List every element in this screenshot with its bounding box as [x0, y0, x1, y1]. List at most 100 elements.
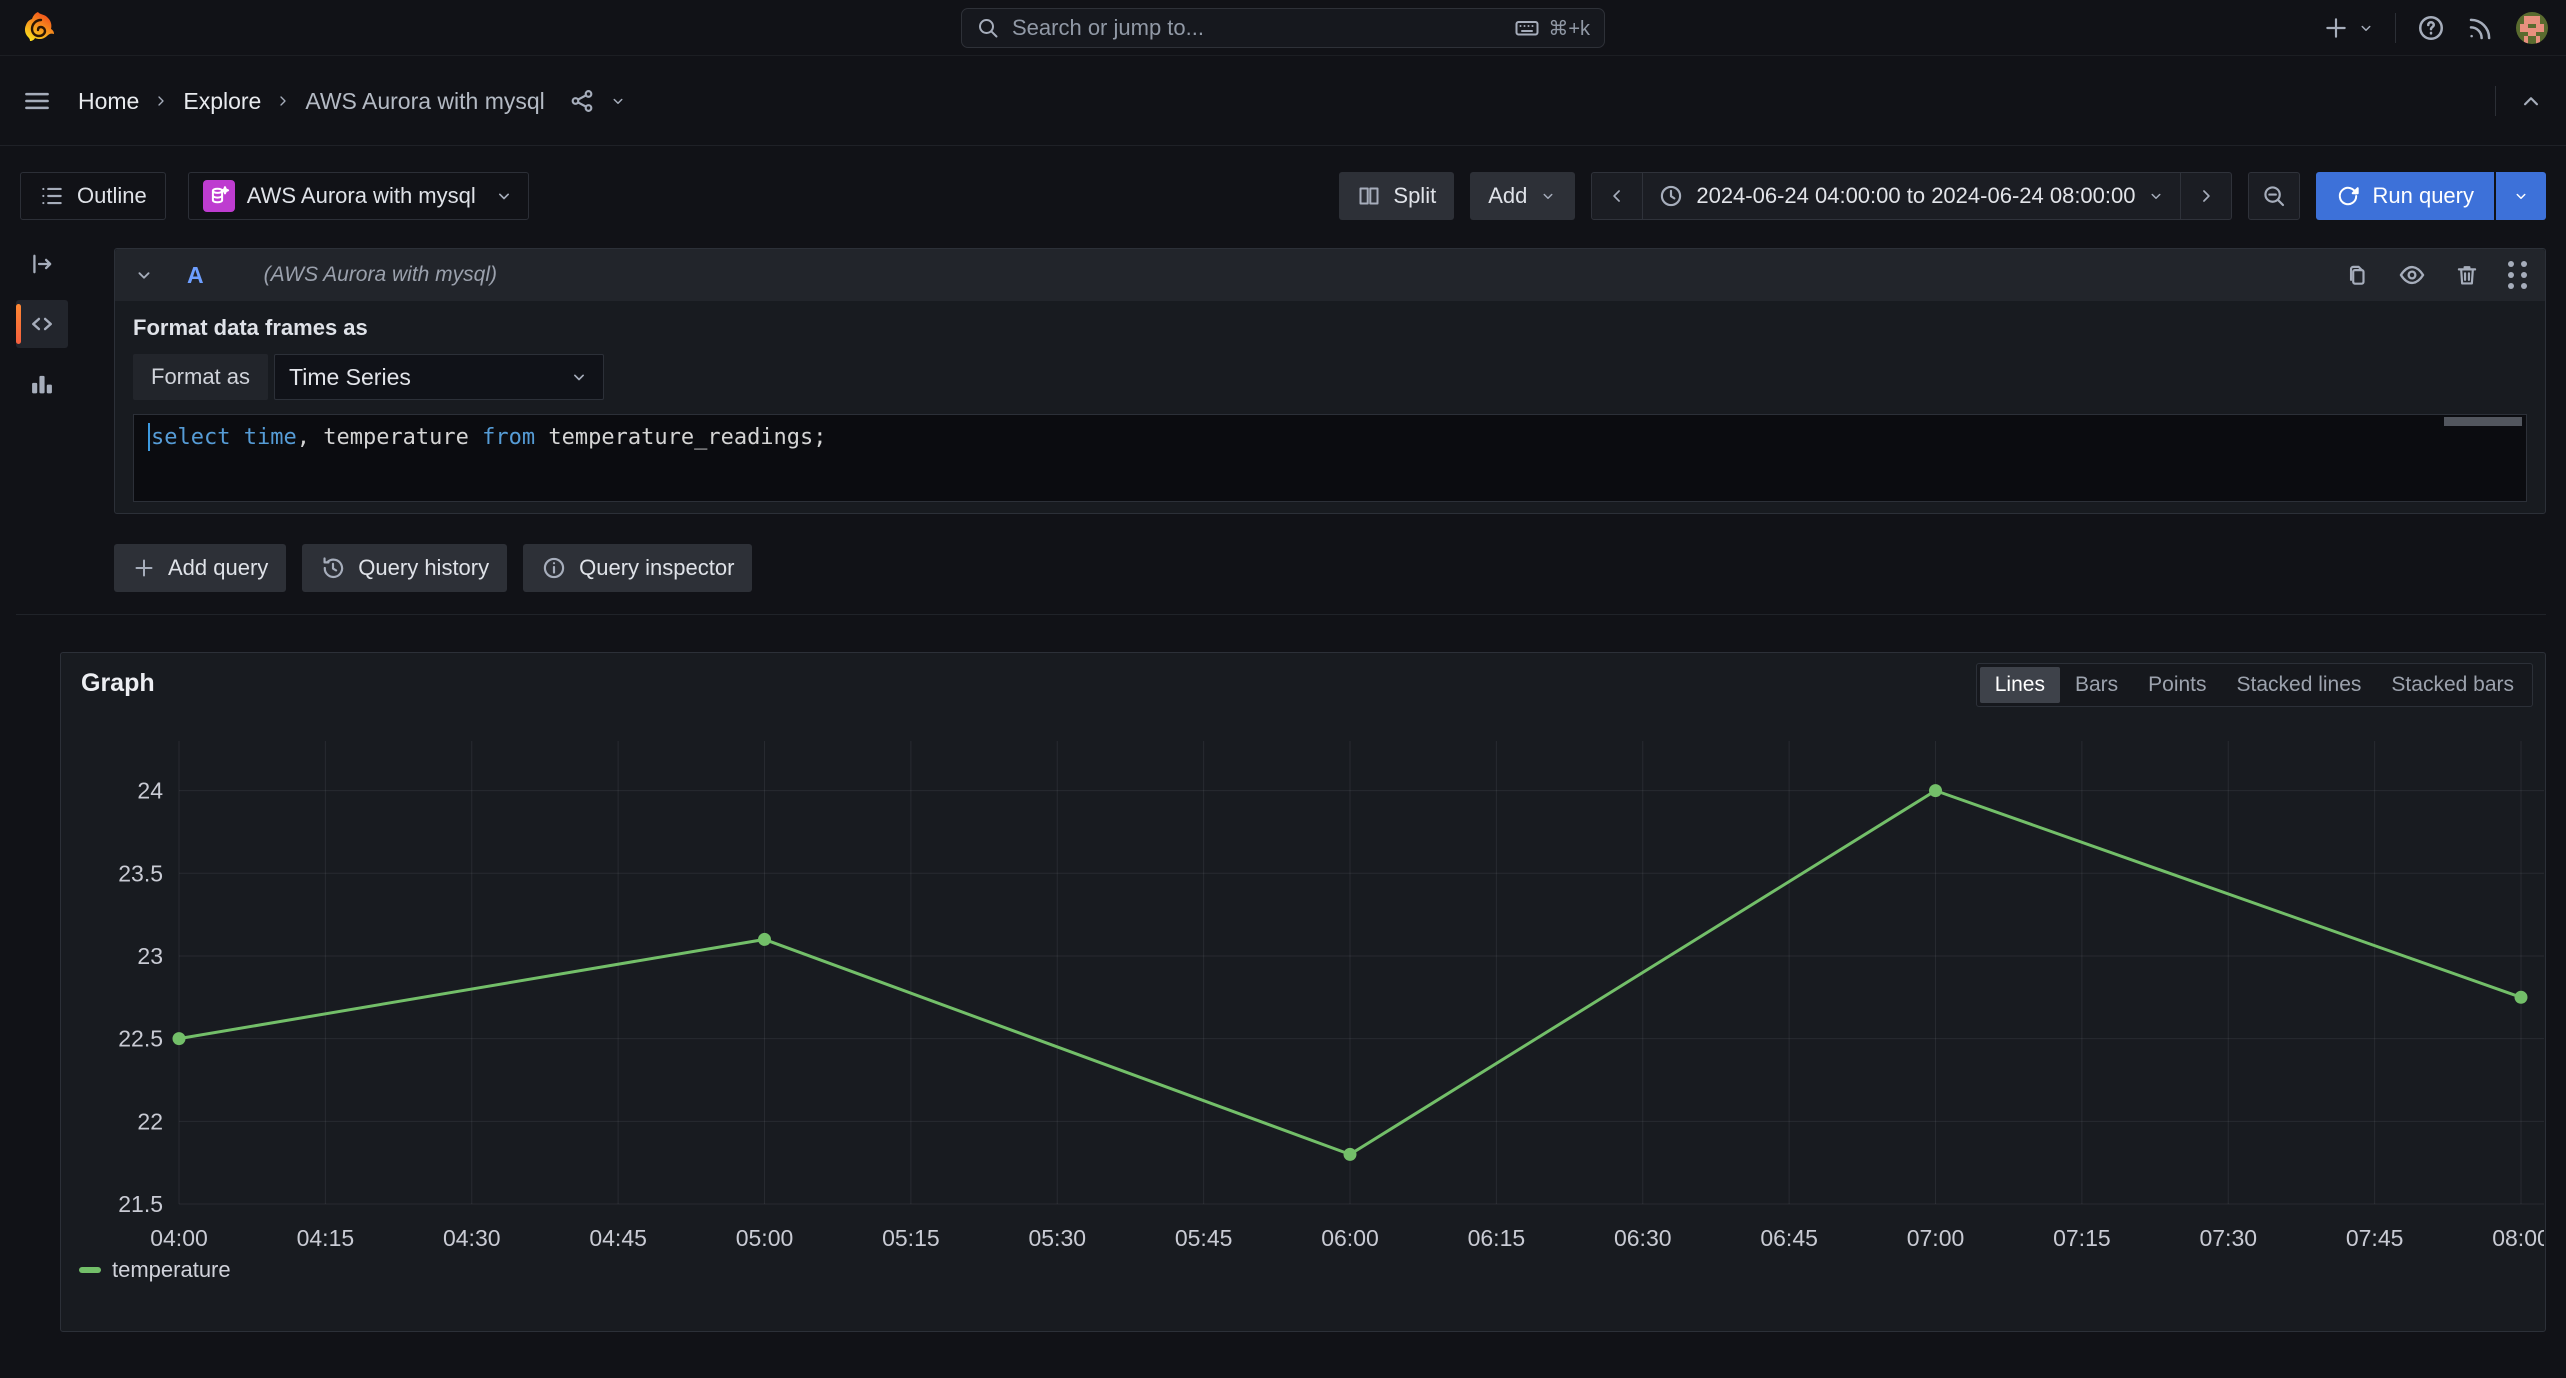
chevron-right-icon [153, 93, 169, 109]
svg-text:08:00: 08:00 [2492, 1225, 2544, 1251]
grafana-logo-icon[interactable] [20, 10, 56, 46]
rail-expand-pane-button[interactable] [16, 240, 68, 288]
time-picker-group: 2024-06-24 04:00:00 to 2024-06-24 08:00:… [1591, 172, 2232, 220]
legend-swatch [79, 1267, 101, 1273]
explore-toolbar: Outline AWS Aurora with mysql Split Add [0, 146, 2566, 246]
svg-text:04:30: 04:30 [443, 1225, 501, 1251]
query-ref-id[interactable]: A [187, 262, 204, 289]
share-icon[interactable] [569, 88, 595, 114]
mode-stacked-bars[interactable]: Stacked bars [2376, 667, 2529, 703]
copy-icon[interactable] [2344, 262, 2370, 288]
svg-text:04:00: 04:00 [150, 1225, 208, 1251]
breadcrumb-current: AWS Aurora with mysql [305, 88, 544, 115]
graph-panel: Graph Lines Bars Points Stacked lines St… [60, 652, 2546, 1332]
search-placeholder: Search or jump to... [1012, 15, 1502, 41]
chevron-down-icon [569, 367, 589, 387]
svg-text:05:45: 05:45 [1175, 1225, 1233, 1251]
svg-text:05:15: 05:15 [882, 1225, 940, 1251]
svg-text:23: 23 [137, 943, 163, 969]
outline-icon [39, 183, 65, 209]
chevron-down-icon[interactable] [133, 264, 155, 286]
avatar[interactable] [2516, 12, 2548, 44]
rail-code-button[interactable] [16, 300, 68, 348]
format-as-select[interactable]: Time Series [274, 354, 604, 400]
time-series-chart[interactable]: 21.52222.52323.52404:0004:1504:3004:4505… [62, 719, 2544, 1259]
mode-points[interactable]: Points [2133, 667, 2221, 703]
mode-lines[interactable]: Lines [1980, 667, 2060, 703]
chevron-right-icon [2196, 186, 2216, 206]
text-cursor [148, 423, 150, 451]
query-inspector-button[interactable]: Query inspector [523, 544, 752, 592]
eye-icon[interactable] [2398, 261, 2426, 289]
split-button[interactable]: Split [1339, 172, 1454, 220]
mode-stacked-lines[interactable]: Stacked lines [2222, 667, 2377, 703]
sync-icon [2336, 184, 2360, 208]
top-navigation-bar: Search or jump to... ⌘+k [0, 0, 2566, 56]
chevron-right-icon [275, 93, 291, 109]
editor-scrollbar[interactable] [2444, 417, 2522, 426]
trash-icon[interactable] [2454, 262, 2480, 288]
svg-text:06:00: 06:00 [1321, 1225, 1379, 1251]
svg-text:07:15: 07:15 [2053, 1225, 2111, 1251]
clock-icon [1658, 183, 1684, 209]
datasource-picker[interactable]: AWS Aurora with mysql [188, 172, 529, 220]
svg-text:24: 24 [137, 778, 163, 804]
format-as-value: Time Series [289, 364, 569, 391]
time-back-button[interactable] [1592, 173, 1643, 219]
svg-text:21.5: 21.5 [118, 1191, 163, 1217]
legend-item-temperature[interactable]: temperature [79, 1257, 231, 1283]
run-query-dropdown[interactable] [2494, 172, 2546, 220]
add-button[interactable]: Add [1470, 172, 1575, 220]
breadcrumb-bar: Home Explore AWS Aurora with mysql [0, 57, 2566, 146]
new-menu-button[interactable] [2323, 15, 2375, 41]
chevron-down-icon[interactable] [609, 92, 627, 110]
chevron-down-icon [2147, 187, 2165, 205]
search-input[interactable]: Search or jump to... ⌘+k [961, 8, 1605, 48]
split-icon [1357, 184, 1381, 208]
keyboard-icon [1514, 16, 1540, 40]
info-icon [541, 555, 567, 581]
query-editor-row: A (AWS Aurora with mysql) Format data fr… [114, 248, 2546, 514]
breadcrumb-home[interactable]: Home [78, 88, 139, 115]
time-range-label: 2024-06-24 04:00:00 to 2024-06-24 08:00:… [1696, 183, 2135, 209]
drag-handle[interactable] [2508, 261, 2527, 289]
outline-button[interactable]: Outline [20, 172, 166, 220]
svg-text:06:45: 06:45 [1760, 1225, 1818, 1251]
expand-pane-icon [28, 250, 56, 278]
svg-text:05:30: 05:30 [1028, 1225, 1086, 1251]
chevron-up-icon[interactable] [2518, 88, 2544, 114]
zoom-out-icon [2261, 183, 2287, 209]
format-section-label: Format data frames as [133, 315, 2527, 341]
svg-text:06:30: 06:30 [1614, 1225, 1672, 1251]
time-range-button[interactable]: 2024-06-24 04:00:00 to 2024-06-24 08:00:… [1643, 173, 2181, 219]
mode-bars[interactable]: Bars [2060, 667, 2133, 703]
breadcrumb-divider [2495, 86, 2496, 116]
breadcrumb-explore[interactable]: Explore [183, 88, 261, 115]
query-row-header[interactable]: A (AWS Aurora with mysql) [115, 249, 2545, 301]
rail-bar-chart-button[interactable] [16, 360, 68, 408]
help-icon[interactable] [2416, 13, 2446, 43]
sql-query-text: select time, temperature from temperatur… [148, 423, 827, 451]
legend-label: temperature [112, 1257, 231, 1283]
zoom-out-button[interactable] [2248, 172, 2300, 220]
news-icon[interactable] [2466, 13, 2496, 43]
svg-text:22: 22 [137, 1108, 163, 1134]
chevron-down-icon [2357, 19, 2375, 37]
run-query-button[interactable]: Run query [2316, 172, 2494, 220]
query-history-button[interactable]: Query history [302, 544, 507, 592]
search-shortcut: ⌘+k [1514, 16, 1590, 41]
time-forward-button[interactable] [2181, 173, 2231, 219]
sql-code-editor[interactable]: select time, temperature from temperatur… [133, 414, 2527, 502]
query-datasource-hint: (AWS Aurora with mysql) [264, 263, 497, 287]
format-as-label: Format as [133, 354, 268, 400]
chevron-down-icon [2512, 187, 2530, 205]
graph-style-radio-group: Lines Bars Points Stacked lines Stacked … [1976, 663, 2533, 707]
menu-icon[interactable] [22, 86, 52, 116]
plus-icon [132, 556, 156, 580]
history-icon [320, 555, 346, 581]
breadcrumb: Home Explore AWS Aurora with mysql [78, 88, 627, 115]
plus-icon [2323, 15, 2349, 41]
graph-panel-title: Graph [81, 669, 155, 698]
add-query-button[interactable]: Add query [114, 544, 286, 592]
topbar-divider [2395, 13, 2396, 43]
